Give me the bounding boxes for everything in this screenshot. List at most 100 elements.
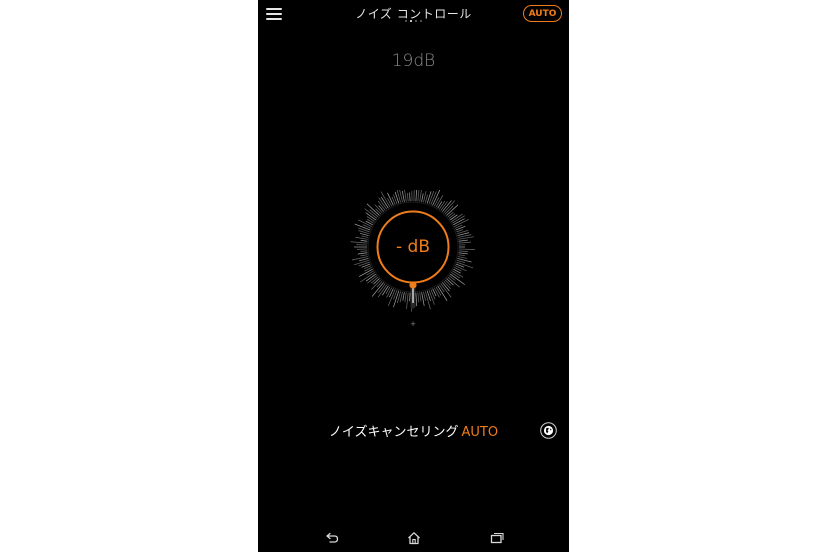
sound-level-tick — [447, 276, 460, 288]
sound-level-tick — [438, 284, 445, 293]
sound-level-tick — [450, 273, 465, 285]
sound-level-tick — [361, 235, 369, 238]
sound-level-tick — [357, 252, 368, 255]
sound-level-tick — [426, 191, 432, 204]
sound-level-tick — [419, 292, 422, 302]
home-icon — [408, 532, 420, 545]
sound-level-tick — [423, 291, 426, 301]
sound-level-tick — [371, 282, 384, 297]
sound-level-tick — [433, 197, 440, 207]
globe-button[interactable] — [540, 422, 557, 439]
sound-level-tick — [360, 250, 368, 252]
sound-level-tick — [425, 194, 428, 203]
dial-inner-ring — [367, 201, 459, 293]
page-dot — [420, 20, 422, 22]
page-dot — [405, 20, 407, 22]
dial-graphic: + — [350, 190, 475, 328]
sound-level-tick — [373, 278, 380, 285]
page-dot — [415, 20, 417, 22]
sound-level-tick — [451, 272, 460, 279]
sound-level-tick — [387, 198, 393, 207]
sound-level-tick — [458, 241, 472, 244]
sound-level-tick — [443, 200, 456, 214]
sound-level-tick — [409, 292, 411, 302]
auto-button[interactable]: AUTO — [523, 5, 562, 22]
sound-level-tick — [376, 280, 383, 288]
sound-level-tick — [355, 236, 368, 240]
sound-level-tick — [435, 286, 442, 296]
sound-level-tick — [456, 229, 464, 233]
sound-level-tick — [402, 292, 405, 301]
sound-level-tick — [350, 241, 368, 244]
sound-level-tick — [415, 190, 417, 202]
sound-level-tick — [378, 205, 384, 212]
system-navigation-bar — [258, 527, 569, 552]
sound-level-tick — [366, 270, 374, 276]
page-dot-active — [410, 20, 412, 22]
sound-level-tick — [425, 291, 431, 310]
dial-orange-ring — [376, 210, 450, 284]
sound-level-tick — [360, 254, 368, 257]
sound-level-tick — [375, 208, 382, 215]
sound-level-tick — [370, 276, 379, 284]
sound-level-tick — [457, 258, 472, 263]
sound-level-tick — [446, 204, 459, 216]
sound-level-tick — [359, 272, 375, 283]
sound-level-tick — [430, 289, 436, 300]
sound-level-tick — [454, 265, 467, 272]
dial-plus-label: + — [410, 320, 416, 328]
sound-level-tick — [455, 226, 466, 231]
sound-level-tick — [417, 190, 420, 202]
back-button[interactable] — [324, 530, 340, 546]
sound-level-tick — [458, 239, 468, 242]
sound-level-tick — [440, 283, 452, 298]
sound-level-tick — [458, 250, 468, 252]
sound-level-tick — [360, 240, 368, 242]
home-button[interactable] — [406, 530, 422, 546]
globe-icon — [540, 422, 557, 439]
sound-level-tick — [380, 191, 391, 208]
sound-level-tick — [360, 233, 369, 236]
sound-level-tick — [366, 203, 380, 216]
sound-level-tick — [458, 254, 466, 257]
sound-level-tick — [406, 192, 409, 202]
sound-level-tick — [399, 291, 403, 303]
dial-handle[interactable] — [409, 281, 417, 289]
sound-level-tick — [444, 279, 452, 286]
sound-level-tick — [366, 216, 375, 222]
sound-level-tick — [456, 259, 466, 264]
mode-auto-badge: AUTO — [461, 425, 499, 440]
sound-level-tick — [386, 287, 393, 298]
ambient-noise-level: 19dB — [391, 51, 436, 71]
back-icon — [326, 532, 339, 543]
sound-level-tick — [404, 292, 407, 303]
recent-apps-button[interactable] — [489, 530, 505, 546]
sound-level-tick — [353, 259, 370, 266]
mode-label: ノイズキャンセリング — [328, 425, 459, 440]
sound-level-tick — [448, 213, 456, 219]
sound-level-tick — [409, 192, 411, 202]
recent-apps-icon — [490, 532, 504, 544]
sound-level-tick — [447, 211, 454, 218]
sound-level-tick — [448, 275, 456, 281]
sound-level-tick — [437, 285, 448, 301]
sound-level-tick — [415, 292, 418, 307]
sound-level-tick — [433, 287, 440, 298]
sound-level-tick — [406, 292, 409, 310]
sound-level-tick — [446, 278, 454, 286]
sound-level-tick — [401, 190, 405, 202]
sound-level-tick — [458, 252, 468, 255]
page-indicator — [258, 20, 569, 22]
sound-level-tick — [450, 214, 458, 221]
sound-level-tick — [421, 193, 424, 202]
sound-level-tick — [458, 248, 475, 250]
sound-level-tick — [438, 200, 446, 210]
sound-level-tick — [437, 201, 443, 209]
sound-level-tick — [417, 292, 420, 303]
sound-level-tick — [457, 256, 468, 259]
noise-control-dial[interactable]: + - dB — [348, 190, 478, 330]
sound-level-tick — [428, 190, 435, 205]
phone-screen: ノイズ コントロール AUTO 19dB + - dB ノイズキャンセリング AU… — [258, 0, 569, 552]
sound-level-tick — [359, 258, 369, 262]
noise-cancelling-mode-label: ノイズキャンセリング AUTO — [258, 421, 569, 440]
